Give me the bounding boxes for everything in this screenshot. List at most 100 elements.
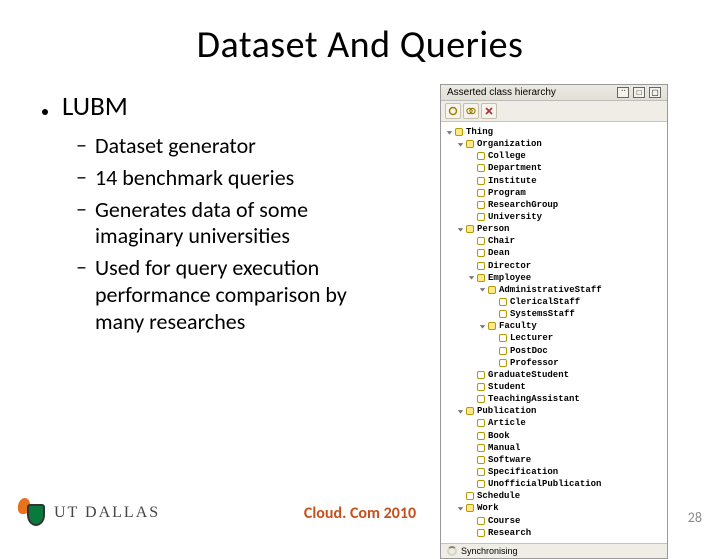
tree-node[interactable]: UnofficialPublication <box>467 478 665 490</box>
panel-control-button[interactable]: ॱॱ <box>617 87 629 98</box>
spacer-icon <box>467 249 476 258</box>
spacer-icon <box>467 176 476 185</box>
node-label: Faculty <box>499 320 537 332</box>
dash-icon: – <box>76 133 87 157</box>
class-icon <box>477 152 485 160</box>
tree-node[interactable]: University <box>467 211 665 223</box>
spacer-icon <box>467 395 476 404</box>
tree-node[interactable]: College <box>467 150 665 162</box>
tree-node[interactable]: ClericalStaff <box>489 296 665 308</box>
tree-node-root[interactable]: Thing <box>445 126 665 138</box>
chevron-down-icon[interactable] <box>456 140 465 149</box>
tree-node[interactable]: Employee <box>467 272 665 284</box>
spacer-icon <box>467 164 476 173</box>
node-label: Institute <box>488 175 537 187</box>
chevron-down-icon[interactable] <box>467 273 476 282</box>
node-label: Thing <box>466 126 493 138</box>
spacer-icon <box>467 237 476 246</box>
spacer-icon <box>467 213 476 222</box>
tree-node[interactable]: Organization <box>456 138 665 150</box>
spacer-icon <box>467 443 476 452</box>
spacer-icon <box>467 370 476 379</box>
spacer-icon <box>467 431 476 440</box>
tree-node[interactable]: Student <box>467 381 665 393</box>
node-label: University <box>488 211 542 223</box>
tree-node[interactable]: Institute <box>467 175 665 187</box>
tree-node[interactable]: Specification <box>467 466 665 478</box>
tree-node[interactable]: Department <box>467 162 665 174</box>
class-hierarchy-panel: Asserted class hierarchy ॱॱ □ ▢ Thing <box>440 84 668 559</box>
sub-bullet-1: – Dataset generator <box>76 133 400 160</box>
tree-node[interactable]: Chair <box>467 235 665 247</box>
tree-node[interactable]: AdministrativeStaff <box>478 284 665 296</box>
node-label: TeachingAssistant <box>488 393 580 405</box>
sub-text: Used for query execution performance com… <box>95 255 400 335</box>
node-label: Lecturer <box>510 332 553 344</box>
spacer-icon <box>489 358 498 367</box>
panel-title: Asserted class hierarchy <box>447 87 556 98</box>
class-tree[interactable]: Thing Organization College Department <box>441 122 667 543</box>
node-label: UnofficialPublication <box>488 478 601 490</box>
spinner-icon <box>447 546 457 556</box>
class-icon <box>477 529 485 537</box>
panel-control-button[interactable]: □ <box>633 87 645 98</box>
left-column: LUBM – Dataset generator – 14 benchmark … <box>0 90 400 341</box>
tree-node[interactable]: Manual <box>467 442 665 454</box>
class-icon <box>477 480 485 488</box>
class-icon <box>488 322 496 330</box>
sub-text: Generates data of some imaginary univers… <box>95 197 400 251</box>
bullet-dot-icon <box>42 109 48 115</box>
dash-icon: – <box>76 197 87 221</box>
tree-node[interactable]: Software <box>467 454 665 466</box>
chevron-down-icon[interactable] <box>478 322 487 331</box>
tree-node[interactable]: ResearchGroup <box>467 199 665 211</box>
panel-control-button[interactable]: ▢ <box>649 87 661 98</box>
spacer-icon <box>489 334 498 343</box>
spacer-icon <box>489 346 498 355</box>
class-icon <box>477 213 485 221</box>
spacer-icon <box>467 480 476 489</box>
tree-node[interactable]: Program <box>467 187 665 199</box>
tree-node[interactable]: Book <box>467 430 665 442</box>
node-label: Book <box>488 430 510 442</box>
tree-node[interactable]: Dean <box>467 247 665 259</box>
tree-node[interactable]: Director <box>467 260 665 272</box>
spacer-icon <box>489 298 498 307</box>
tree-node[interactable]: PostDoc <box>489 345 665 357</box>
toolbar-button[interactable] <box>481 103 497 119</box>
node-label: Organization <box>477 138 542 150</box>
class-icon <box>477 177 485 185</box>
class-icon <box>455 128 463 136</box>
bullet-lubm: LUBM <box>42 90 400 123</box>
tree-node[interactable]: Lecturer <box>489 332 665 344</box>
chevron-down-icon[interactable] <box>478 285 487 294</box>
chevron-down-icon[interactable] <box>456 225 465 234</box>
chevron-down-icon[interactable] <box>445 128 454 137</box>
class-icon <box>477 395 485 403</box>
panel-header: Asserted class hierarchy ॱॱ □ ▢ <box>441 85 667 101</box>
tree-node[interactable]: SystemsStaff <box>489 308 665 320</box>
node-label: Department <box>488 162 542 174</box>
tree-node[interactable]: Article <box>467 417 665 429</box>
spacer-icon <box>467 455 476 464</box>
node-label: Dean <box>488 247 510 259</box>
toolbar-button[interactable] <box>463 103 479 119</box>
class-icon <box>477 262 485 270</box>
tree-node[interactable]: Publication <box>456 405 665 417</box>
class-icon <box>477 189 485 197</box>
tree-node[interactable]: Faculty <box>478 320 665 332</box>
toolbar-button[interactable] <box>445 103 461 119</box>
sub-text: 14 benchmark queries <box>95 165 294 192</box>
class-icon <box>488 286 496 294</box>
class-icon <box>477 468 485 476</box>
node-label: Manual <box>488 442 520 454</box>
chevron-down-icon[interactable] <box>456 407 465 416</box>
tree-node[interactable]: Research <box>467 527 665 539</box>
tree-node[interactable]: Professor <box>489 357 665 369</box>
tree-node[interactable]: TeachingAssistant <box>467 393 665 405</box>
spacer-icon <box>467 468 476 477</box>
tree-node[interactable]: Person <box>456 223 665 235</box>
footer-center-text: Cloud. Com 2010 <box>0 504 720 523</box>
spacer-icon <box>467 383 476 392</box>
tree-node[interactable]: GraduateStudent <box>467 369 665 381</box>
